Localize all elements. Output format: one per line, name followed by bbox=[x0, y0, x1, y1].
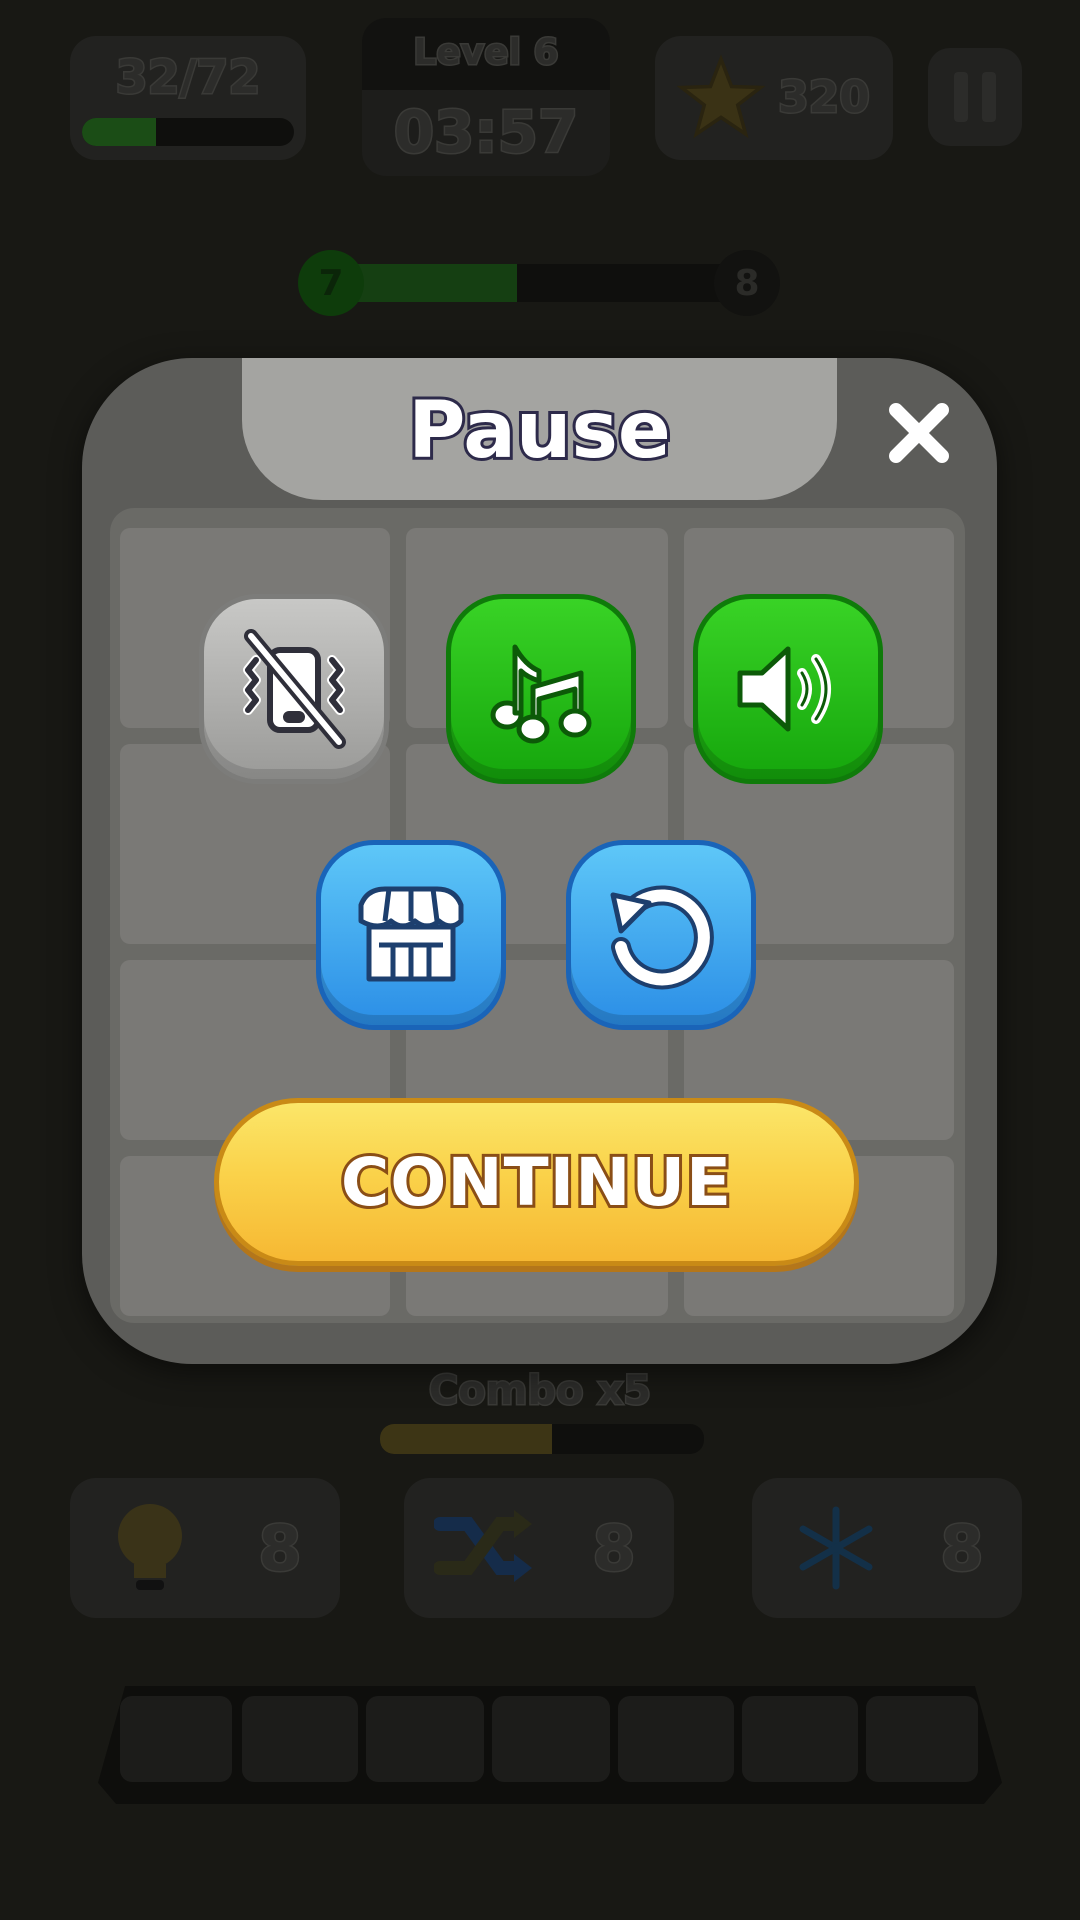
items-progress-fill bbox=[82, 118, 157, 146]
music-note-icon bbox=[490, 644, 592, 744]
restart-button[interactable] bbox=[566, 840, 756, 1030]
speaker-icon bbox=[737, 646, 831, 732]
shop-icon bbox=[358, 886, 464, 982]
tray-slot bbox=[120, 1696, 232, 1782]
combo-label: Combo x5 bbox=[427, 1367, 652, 1416]
pause-icon bbox=[954, 72, 996, 122]
pause-dialog: Pause CONTINUE bbox=[82, 358, 997, 1364]
close-icon bbox=[889, 403, 949, 463]
sound-toggle-button[interactable] bbox=[693, 594, 883, 784]
tray-slot bbox=[742, 1696, 858, 1782]
continue-button[interactable]: CONTINUE bbox=[214, 1098, 859, 1266]
tray-slot bbox=[242, 1696, 358, 1782]
tray-slot bbox=[618, 1696, 734, 1782]
timer: 03:57 bbox=[392, 97, 580, 168]
stars-count: 320 bbox=[777, 71, 872, 125]
booster-freeze[interactable]: 8 bbox=[752, 1478, 1022, 1618]
lightbulb-icon bbox=[118, 1504, 182, 1590]
combo-fill bbox=[380, 1424, 552, 1454]
shuffle-icon bbox=[434, 1510, 532, 1582]
combo-bar bbox=[380, 1424, 704, 1454]
booster-shuffle[interactable]: 8 bbox=[404, 1478, 674, 1618]
stars-panel: 320 bbox=[655, 36, 893, 160]
tray-slot bbox=[492, 1696, 610, 1782]
level-timer-panel: Level 6 03:57 bbox=[362, 18, 610, 176]
title-tab: Pause bbox=[242, 358, 837, 500]
booster-hint[interactable]: 8 bbox=[70, 1478, 340, 1618]
tray-slot bbox=[366, 1696, 484, 1782]
star-icon bbox=[677, 54, 765, 139]
shuffle-count: 8 bbox=[591, 1511, 637, 1587]
close-button[interactable] bbox=[882, 396, 956, 470]
next-level-badge: 8 bbox=[714, 250, 780, 316]
level-progress: 7 8 bbox=[298, 250, 780, 316]
vibration-toggle-button[interactable] bbox=[199, 594, 389, 784]
freeze-count: 8 bbox=[939, 1511, 985, 1587]
items-count: 32/72 bbox=[114, 49, 262, 106]
current-level-badge: 7 bbox=[298, 250, 364, 316]
level-label: Level 6 bbox=[412, 31, 560, 75]
tray-slot bbox=[866, 1696, 978, 1782]
continue-label: CONTINUE bbox=[338, 1141, 734, 1224]
level-progress-bar bbox=[328, 264, 748, 302]
collection-tray bbox=[98, 1686, 1002, 1804]
vibration-off-icon bbox=[243, 629, 346, 749]
items-counter-panel: 32/72 bbox=[70, 36, 306, 160]
pause-button[interactable] bbox=[928, 48, 1022, 146]
items-progress-bar bbox=[82, 118, 294, 146]
shop-button[interactable] bbox=[316, 840, 506, 1030]
hint-count: 8 bbox=[257, 1511, 303, 1587]
snowflake-icon bbox=[799, 1506, 873, 1590]
dialog-title: Pause bbox=[405, 383, 674, 479]
restart-icon bbox=[610, 885, 714, 990]
music-toggle-button[interactable] bbox=[446, 594, 636, 784]
